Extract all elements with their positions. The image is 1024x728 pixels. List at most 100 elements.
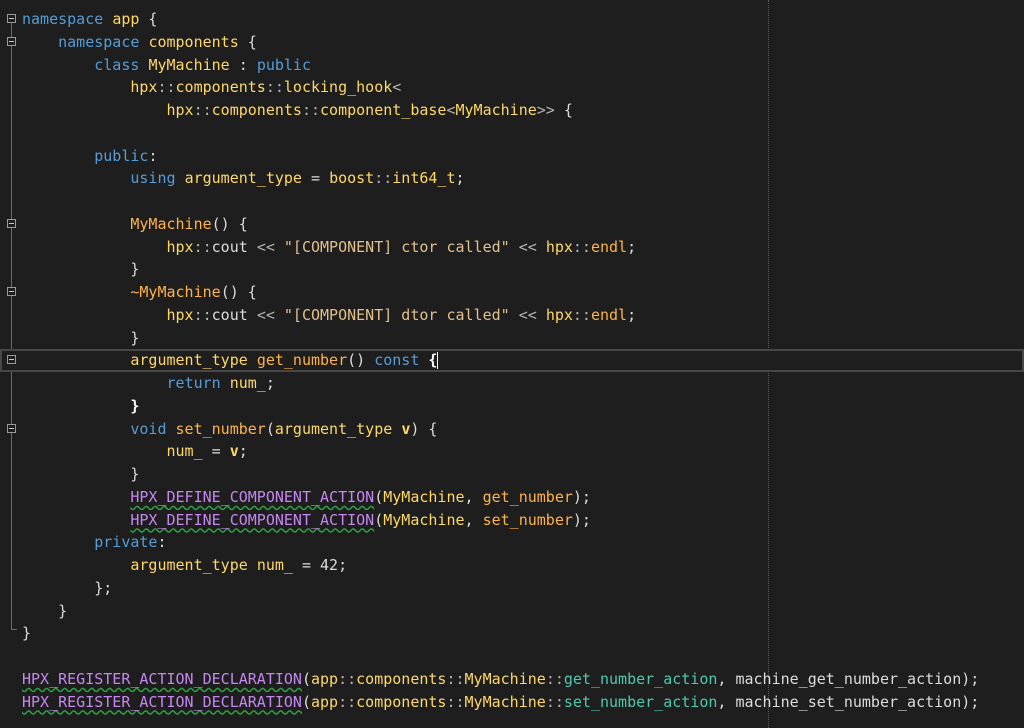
code-token: :: xyxy=(265,78,284,97)
code-token: app xyxy=(311,692,339,711)
text-caret xyxy=(437,352,439,370)
code-token: ); xyxy=(961,692,980,711)
code-text: namespace app { xyxy=(22,8,157,31)
code-line[interactable]: HPX_DEFINE_COMPONENT_ACTION(MyMachine, s… xyxy=(0,509,1024,532)
code-token: < xyxy=(446,101,456,119)
code-token: HPX_DEFINE_COMPONENT_ACTION xyxy=(130,487,375,506)
code-line[interactable]: using argument_type = boost::int64_t; xyxy=(0,167,1024,190)
code-token: () { xyxy=(211,214,248,233)
code-token: } xyxy=(130,396,140,415)
code-line[interactable]: HPX_DEFINE_COMPONENT_ACTION(MyMachine, g… xyxy=(0,486,1024,509)
code-token: hpx xyxy=(166,305,194,324)
code-line[interactable]: } xyxy=(0,600,1024,623)
code-text: } xyxy=(22,600,67,623)
fold-toggle-icon[interactable] xyxy=(7,218,16,228)
code-line[interactable]: hpx::components::locking_hook< xyxy=(0,76,1024,99)
code-token: = 42; xyxy=(292,556,348,574)
code-token: component_base xyxy=(320,101,447,119)
code-text: namespace components { xyxy=(22,31,257,54)
code-token: HPX_REGISTER_ACTION_DECLARATION xyxy=(22,669,302,688)
code-token: << xyxy=(518,237,537,256)
code-line[interactable]: argument_type num_ = 42; xyxy=(0,554,1024,577)
code-token: :: xyxy=(338,669,357,688)
code-token: () xyxy=(347,351,375,370)
fold-toggle-icon[interactable] xyxy=(7,355,16,365)
code-token: << xyxy=(256,237,275,256)
code-token: get_number_action xyxy=(563,669,718,688)
code-text: } xyxy=(22,327,139,350)
code-token: v xyxy=(229,442,239,461)
code-line[interactable]: public: xyxy=(0,145,1024,168)
code-line[interactable]: } xyxy=(0,463,1024,486)
code-editor[interactable]: namespace app { namespace components { c… xyxy=(0,0,1024,728)
fold-toggle-icon[interactable] xyxy=(7,14,16,23)
code-line[interactable]: } xyxy=(0,395,1024,418)
code-token: } xyxy=(22,328,140,347)
code-line[interactable]: ~MyMachine() { xyxy=(0,281,1024,304)
code-line[interactable]: return num_; xyxy=(0,372,1024,395)
code-line[interactable]: MyMachine() { xyxy=(0,213,1024,236)
code-line[interactable]: namespace app { xyxy=(0,8,1024,31)
code-token: MyMachine xyxy=(383,487,465,506)
code-line[interactable]: hpx::cout << "[COMPONENT] ctor called" <… xyxy=(0,236,1024,259)
code-token: hpx xyxy=(166,101,194,119)
code-line[interactable]: HPX_REGISTER_ACTION_DECLARATION(app::com… xyxy=(0,668,1024,691)
code-token: { xyxy=(238,32,257,51)
code-line[interactable] xyxy=(0,122,1024,145)
fold-toggle-icon[interactable] xyxy=(7,287,16,296)
code-text: HPX_REGISTER_ACTION_DECLARATION(app::com… xyxy=(22,668,979,691)
code-line[interactable]: num_ = v; xyxy=(0,440,1024,463)
code-line[interactable]: hpx::components::component_base<MyMachin… xyxy=(0,99,1024,122)
code-token: argument_type xyxy=(274,419,393,438)
code-token: : xyxy=(157,533,167,552)
code-line[interactable]: namespace components { xyxy=(0,31,1024,54)
code-text: HPX_DEFINE_COMPONENT_ACTION(MyMachine, s… xyxy=(22,509,591,532)
code-line[interactable]: } xyxy=(0,258,1024,281)
code-token: ); xyxy=(961,669,980,688)
code-token: endl xyxy=(590,305,628,324)
current-line[interactable]: argument_type get_number() const { xyxy=(0,349,1024,372)
code-token: set_number xyxy=(175,419,266,438)
code-token: MyMachine xyxy=(455,101,537,119)
code-area[interactable]: namespace app { namespace components { c… xyxy=(0,8,1024,713)
code-line[interactable]: void set_number(argument_type v) { xyxy=(0,418,1024,441)
code-token: :: xyxy=(446,669,465,688)
code-token: hpx xyxy=(545,305,573,324)
code-token: ( xyxy=(301,692,311,711)
code-text: } xyxy=(22,463,139,486)
code-token: :: xyxy=(301,101,321,119)
code-line[interactable]: HPX_REGISTER_ACTION_DECLARATION(app::com… xyxy=(0,691,1024,714)
code-text: argument_type num_ = 42; xyxy=(22,554,347,577)
code-line[interactable]: } xyxy=(0,622,1024,645)
code-text: void set_number(argument_type v) { xyxy=(22,418,437,441)
code-line[interactable]: hpx::cout << "[COMPONENT] dtor called" <… xyxy=(0,304,1024,327)
fold-toggle-icon[interactable] xyxy=(7,36,16,46)
code-line[interactable]: private: xyxy=(0,531,1024,554)
code-text: num_ = v; xyxy=(22,440,248,463)
code-line[interactable] xyxy=(0,190,1024,213)
code-text: hpx::components::locking_hook< xyxy=(22,76,401,99)
fold-toggle-icon[interactable] xyxy=(7,423,16,433)
code-line[interactable]: }; xyxy=(0,577,1024,600)
code-token: locking_hook xyxy=(283,78,393,97)
code-line[interactable]: } xyxy=(0,327,1024,350)
code-line[interactable]: class MyMachine : public xyxy=(0,54,1024,77)
code-text: } xyxy=(22,395,139,418)
code-token: , xyxy=(464,510,483,529)
code-line[interactable] xyxy=(0,645,1024,668)
code-token: hpx xyxy=(166,237,194,256)
